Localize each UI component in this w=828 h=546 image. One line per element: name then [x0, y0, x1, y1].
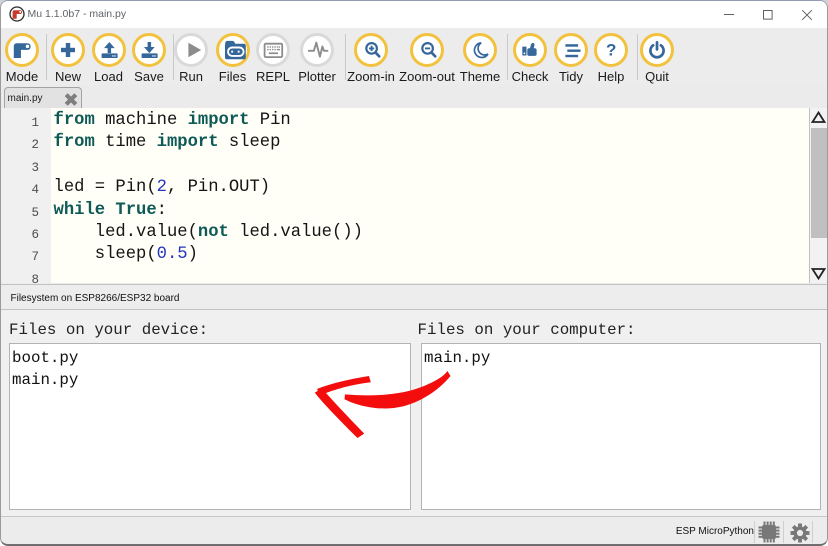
- svg-text:?: ?: [606, 40, 616, 59]
